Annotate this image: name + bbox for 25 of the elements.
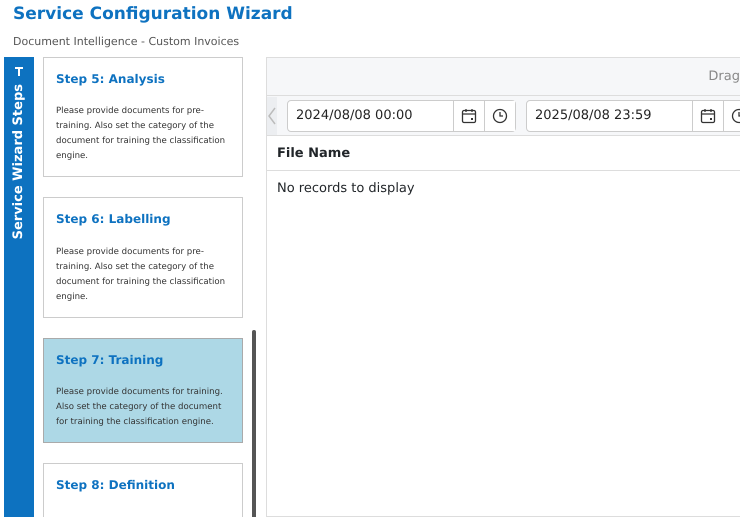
date-time-input[interactable]: 2024/08/08 00:00 [288,100,453,130]
scrollbar-thumb[interactable] [252,330,256,517]
column-header[interactable]: File Name [267,136,740,171]
empty-message: No records to display [276,180,416,198]
step-title: Step 5: Analysis [56,72,166,86]
step-description: Please provide documents for training. Also set the category of the document for training the classification engine. [56,386,224,430]
pin-icon[interactable] [15,67,23,76]
side-panel-title: Service Wizard Steps [10,84,28,240]
group-panel-hint: Drag [708,68,740,86]
date-time-input[interactable]: 2025/08/08 23:59 [527,100,692,130]
step-card[interactable]: Step 6: Labelling Please provide documents for pre-training. Also set the category of the document for training the classification engine. [43,197,243,318]
chevron-left-icon [267,107,277,126]
wizard-subtitle: Document Intelligence - Custom Invoices [13,35,240,49]
step-card[interactable]: Step 5: Analysis Please provide documents for pre-training. Also set the category of the document for training the classification engine. [43,57,243,178]
step-card[interactable]: Step 7: Training Please provide documents for training. Also set the category of the document for training the classification engine. [43,338,243,444]
date-time-picker[interactable]: 2024/08/08 00:00 [287,100,516,132]
step-title: Step 8: Definition [56,478,176,493]
step-description: Please provide documents for pre-training. Also set the category of the document for training the classification engine. [56,105,226,164]
step-card[interactable]: Step 8: Definition [43,463,243,517]
clock-icon[interactable] [484,100,515,130]
step-title: Step 7: Training [56,352,164,368]
step-description: Please provide documents for pre-training. Also set the category of the document for training the classification engine. [56,246,226,304]
step-title: Step 6: Labelling [56,212,172,227]
wizard-title: Service Configuration Wizard [13,3,294,26]
date-time-picker[interactable]: 2025/08/08 23:59 [526,100,740,132]
